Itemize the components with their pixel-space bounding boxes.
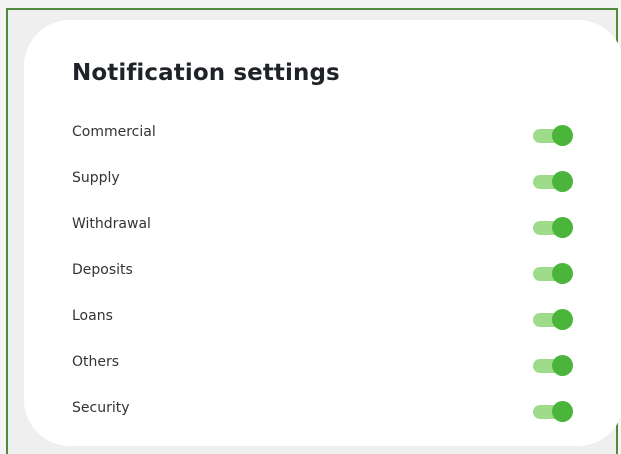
supply-toggle[interactable] [533, 171, 573, 193]
setting-label-loans: Loans [72, 308, 113, 324]
setting-label-security: Security [72, 400, 130, 416]
toggle-knob [552, 217, 573, 238]
deposits-toggle[interactable] [533, 263, 573, 285]
loans-toggle[interactable] [533, 309, 573, 331]
notification-settings-card: Notification settings Commercial Supply … [24, 20, 621, 446]
setting-label-supply: Supply [72, 170, 120, 186]
setting-row-security: Security [24, 388, 621, 434]
toggle-knob [552, 125, 573, 146]
toggle-knob [552, 355, 573, 376]
window-frame: Notification settings Commercial Supply … [6, 8, 621, 454]
setting-row-withdrawal: Withdrawal [24, 204, 621, 250]
others-toggle[interactable] [533, 355, 573, 377]
commercial-toggle[interactable] [533, 125, 573, 147]
toggle-knob [552, 309, 573, 330]
setting-row-loans: Loans [24, 296, 621, 342]
setting-row-supply: Supply [24, 158, 621, 204]
setting-label-deposits: Deposits [72, 262, 133, 278]
setting-row-deposits: Deposits [24, 250, 621, 296]
setting-row-commercial: Commercial [24, 112, 621, 158]
setting-label-commercial: Commercial [72, 124, 156, 140]
toggle-knob [552, 171, 573, 192]
setting-label-others: Others [72, 354, 120, 370]
settings-list: Commercial Supply Withdrawal Deposits Lo… [24, 112, 621, 434]
setting-row-others: Others [24, 342, 621, 388]
withdrawal-toggle[interactable] [533, 217, 573, 239]
toggle-knob [552, 263, 573, 284]
setting-label-withdrawal: Withdrawal [72, 216, 151, 232]
security-toggle[interactable] [533, 401, 573, 423]
toggle-knob [552, 401, 573, 422]
page-title: Notification settings [72, 60, 340, 86]
